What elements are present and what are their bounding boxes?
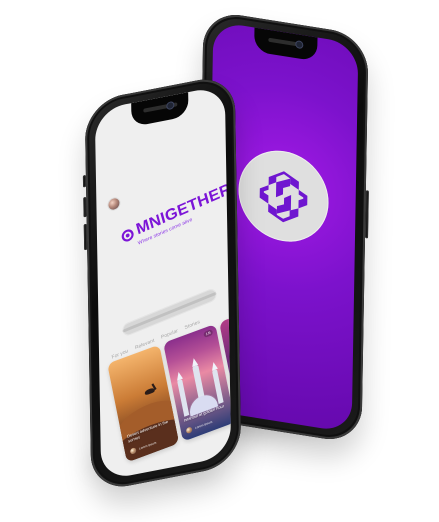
profile-avatar[interactable] bbox=[108, 197, 120, 211]
front-phone-camera bbox=[167, 101, 174, 110]
back-phone-power-button bbox=[365, 190, 369, 239]
brand-icon bbox=[121, 228, 134, 242]
front-phone-volume-up-button bbox=[83, 196, 87, 218]
front-phone-mute-button bbox=[82, 174, 87, 188]
minaret-left bbox=[177, 378, 190, 417]
story-card-author: Lorem Ipsum bbox=[194, 419, 213, 430]
brand-block: MNIGETHER Where stories come alive bbox=[119, 181, 231, 253]
mockup-stage: MNIGETHER Where stories come alive For y… bbox=[0, 0, 439, 522]
author-avatar bbox=[185, 426, 193, 435]
back-phone-camera bbox=[296, 41, 303, 49]
camel-icon bbox=[140, 385, 160, 402]
front-phone-volume-down-button bbox=[83, 223, 88, 251]
front-phone-screen: MNIGETHER Where stories come alive For y… bbox=[94, 85, 232, 481]
omnigether-mark-icon bbox=[259, 171, 307, 222]
back-logo-disk bbox=[237, 143, 329, 248]
front-phone: MNIGETHER Where stories come alive For y… bbox=[82, 73, 242, 493]
